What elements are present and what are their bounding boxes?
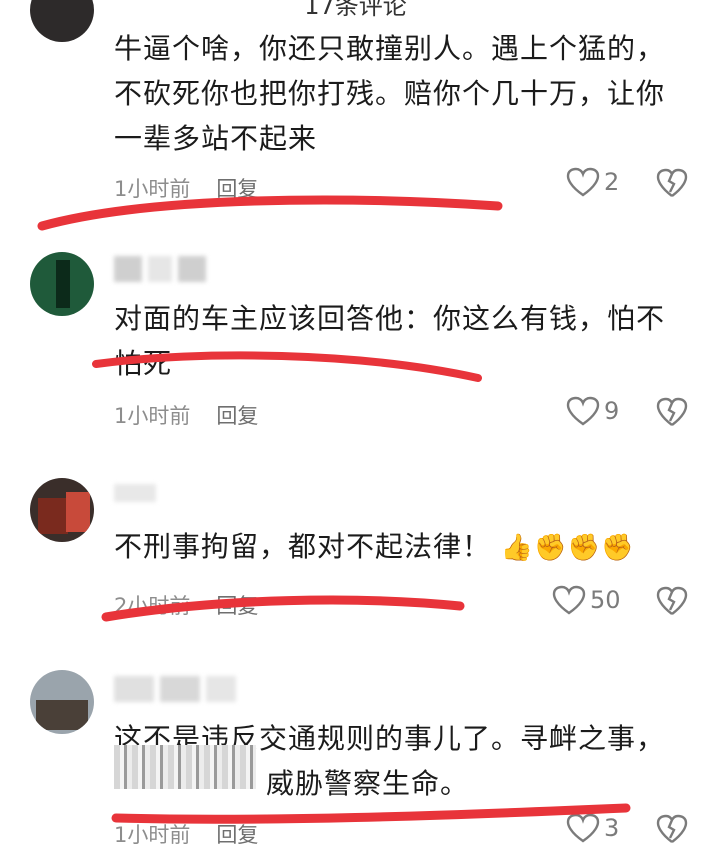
redaction-mosaic: [114, 745, 256, 789]
comments-count-title: 17条评论: [304, 0, 407, 20]
comment-meta: 1小时前 回复: [114, 173, 258, 203]
heart-outline-icon: [566, 813, 600, 843]
comment-text: 不刑事拘留，都对不起法律！ 👍✊✊✊: [114, 530, 635, 563]
reply-button[interactable]: 回复: [216, 594, 258, 618]
red-underline: [111, 803, 631, 824]
comment-meta: 1小时前 回复: [114, 400, 258, 430]
broken-heart-icon[interactable]: [656, 814, 688, 844]
avatar[interactable]: [30, 670, 94, 734]
reply-button[interactable]: 回复: [216, 823, 258, 847]
broken-heart-icon[interactable]: [656, 168, 688, 198]
timestamp: 1小时前: [114, 823, 191, 847]
like-button[interactable]: 9: [566, 396, 619, 426]
timestamp: 2小时前: [114, 594, 191, 618]
avatar[interactable]: [30, 252, 94, 316]
reply-button[interactable]: 回复: [216, 177, 258, 201]
broken-heart-icon[interactable]: [656, 586, 688, 616]
heart-outline-icon: [566, 167, 600, 197]
red-underline: [37, 195, 503, 231]
comment-text: 牛逼个啥，你还只敢撞别人。遇上个猛的， 不砍死你也把你打残。赔你个几十万，让你 …: [114, 32, 666, 155]
avatar[interactable]: [30, 478, 94, 542]
emoji-reaction: 👍✊✊✊: [500, 533, 635, 563]
like-count: 9: [604, 397, 620, 425]
timestamp: 1小时前: [114, 404, 191, 428]
username-blurred[interactable]: [114, 676, 242, 702]
avatar[interactable]: [30, 0, 94, 42]
like-count: 50: [590, 586, 621, 614]
heart-outline-icon: [566, 396, 600, 426]
like-button[interactable]: 2: [566, 167, 619, 197]
reply-button[interactable]: 回复: [216, 404, 258, 428]
timestamp: 1小时前: [114, 177, 191, 201]
comment-meta: 1小时前 回复: [114, 819, 258, 849]
username-blurred[interactable]: [114, 484, 162, 510]
comment-meta: 2小时前 回复: [114, 590, 258, 620]
comment-text: 对面的车主应该回答他：你这么有钱，怕不 怕死: [114, 302, 666, 380]
like-count: 2: [604, 168, 620, 196]
heart-outline-icon: [552, 585, 586, 615]
like-count: 3: [604, 814, 620, 842]
like-button[interactable]: 50: [552, 585, 621, 615]
like-button[interactable]: 3: [566, 813, 619, 843]
broken-heart-icon[interactable]: [656, 397, 688, 427]
username-blurred[interactable]: [114, 256, 212, 282]
